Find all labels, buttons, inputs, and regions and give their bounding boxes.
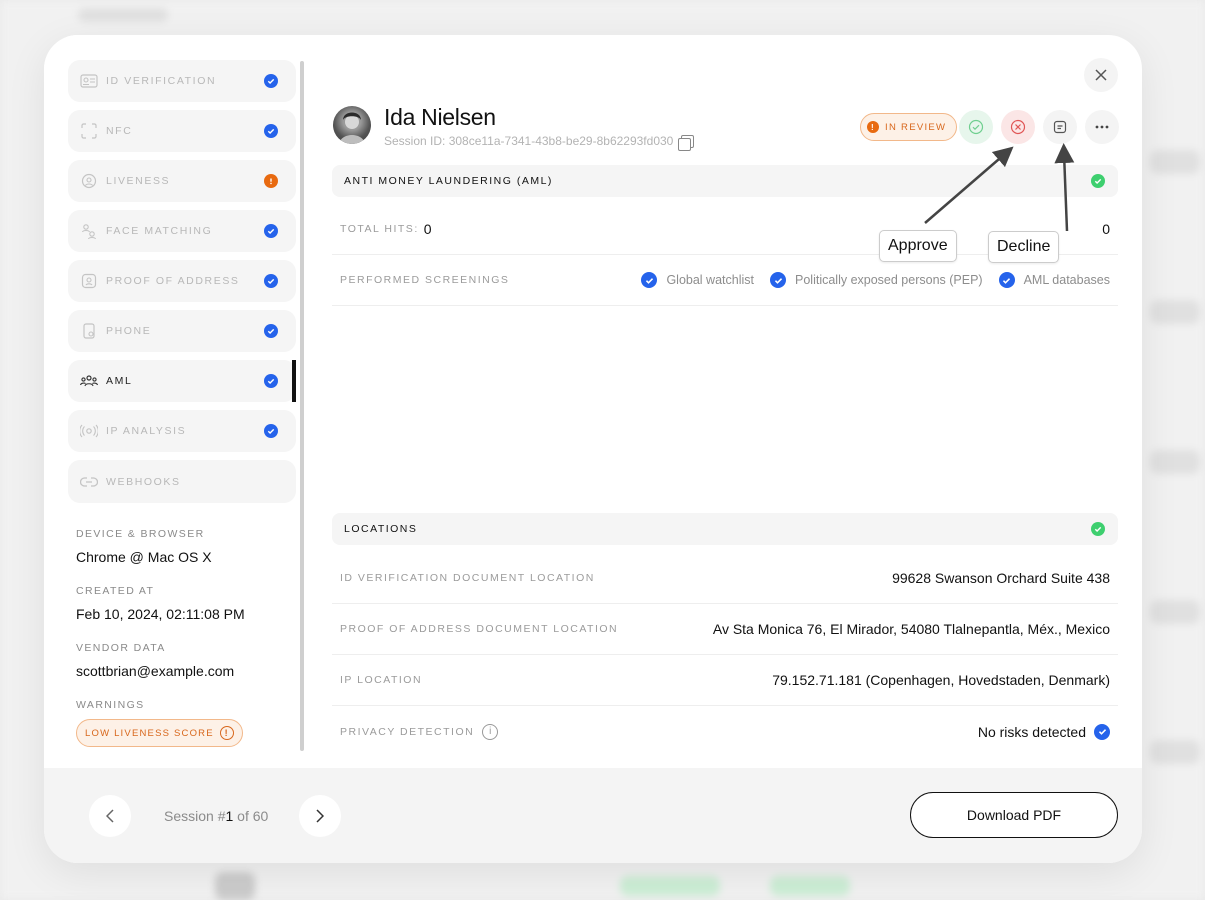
id-card-icon bbox=[80, 72, 98, 90]
main-panel: Ida Nielsen Session ID: 308ce11a-7341-43… bbox=[308, 35, 1142, 768]
warnings: WARNINGS LOW LIVENESS SCORE ! bbox=[76, 699, 243, 747]
download-pdf-button[interactable]: Download PDF bbox=[910, 792, 1118, 838]
sidebar-item-label: AML bbox=[106, 375, 133, 387]
address-icon bbox=[80, 272, 98, 290]
aml-icon bbox=[80, 372, 98, 390]
decline-arrow bbox=[1054, 143, 1075, 232]
check-icon bbox=[264, 374, 278, 388]
sidebar-item-face-matching[interactable]: FACE MATCHING bbox=[68, 210, 296, 252]
session-pagination: Session #1 of 60 bbox=[164, 808, 268, 824]
device-label: DEVICE & BROWSER bbox=[76, 528, 205, 540]
previous-session-button[interactable] bbox=[89, 795, 131, 837]
approve-callout: Approve bbox=[879, 230, 957, 262]
sidebar-item-proof-of-address[interactable]: PROOF OF ADDRESS bbox=[68, 260, 296, 302]
ip-analysis-icon bbox=[80, 422, 98, 440]
sidebar: ID VERIFICATION NFC LIVENESS FACE MATCHING P… bbox=[44, 35, 308, 768]
session-modal: ID VERIFICATION NFC LIVENESS FACE MATCHING P… bbox=[44, 35, 1142, 863]
approve-arrow bbox=[924, 146, 1014, 224]
warning-badge-label: LOW LIVENESS SCORE bbox=[85, 727, 214, 739]
phone-icon bbox=[80, 322, 98, 340]
chevron-right-icon bbox=[316, 809, 324, 823]
sidebar-item-nfc[interactable]: NFC bbox=[68, 110, 296, 152]
sidebar-item-label: FACE MATCHING bbox=[106, 225, 213, 237]
sidebar-item-phone[interactable]: PHONE bbox=[68, 310, 296, 352]
device-value: Chrome @ Mac OS X bbox=[76, 549, 212, 565]
chevron-left-icon bbox=[106, 809, 114, 823]
sidebar-item-label: PHONE bbox=[106, 325, 152, 337]
vendor-value: scottbrian@example.com bbox=[76, 663, 235, 679]
created-at: CREATED AT Feb 10, 2024, 02:11:08 PM bbox=[76, 585, 245, 622]
face-liveness-icon bbox=[80, 172, 98, 190]
vendor-data: VENDOR DATA scottbrian@example.com bbox=[76, 642, 234, 679]
check-icon bbox=[264, 124, 278, 138]
check-icon bbox=[264, 274, 278, 288]
exclamation-icon: ! bbox=[219, 726, 234, 740]
check-icon bbox=[264, 224, 278, 238]
warnings-label: WARNINGS bbox=[76, 699, 145, 711]
check-icon bbox=[264, 74, 278, 88]
footer: Session #1 of 60 Download PDF bbox=[44, 768, 1142, 863]
decline-callout: Decline bbox=[988, 231, 1060, 263]
check-icon bbox=[264, 324, 278, 338]
sidebar-item-label: WEBHOOKS bbox=[106, 475, 181, 488]
created-label: CREATED AT bbox=[76, 585, 155, 597]
sidebar-item-label: LIVENESS bbox=[106, 175, 171, 187]
sidebar-item-aml[interactable]: AML bbox=[68, 360, 296, 402]
link-icon bbox=[80, 473, 98, 491]
sidebar-item-label: NFC bbox=[106, 125, 133, 137]
sidebar-item-liveness[interactable]: LIVENESS bbox=[68, 160, 296, 202]
sidebar-item-ip-analysis[interactable]: IP ANALYSIS bbox=[68, 410, 296, 452]
sidebar-item-webhooks[interactable]: WEBHOOKS bbox=[68, 460, 296, 503]
sidebar-item-label: IP ANALYSIS bbox=[106, 425, 187, 437]
sidebar-item-label: ID VERIFICATION bbox=[106, 75, 217, 87]
vendor-label: VENDOR DATA bbox=[76, 642, 166, 654]
warning-icon bbox=[264, 174, 278, 188]
sidebar-item-id-verification[interactable]: ID VERIFICATION bbox=[68, 60, 296, 102]
pagination-suffix: of 60 bbox=[233, 808, 269, 824]
next-session-button[interactable] bbox=[299, 795, 341, 837]
face-matching-icon bbox=[80, 222, 98, 240]
pagination-prefix: Session # bbox=[164, 808, 226, 824]
callout-arrows bbox=[924, 143, 1075, 232]
low-liveness-badge: LOW LIVENESS SCORE ! bbox=[76, 719, 243, 747]
device-browser: DEVICE & BROWSER Chrome @ Mac OS X bbox=[76, 528, 212, 565]
active-indicator bbox=[292, 360, 296, 402]
nfc-scan-icon bbox=[80, 122, 98, 140]
check-icon bbox=[264, 424, 278, 438]
sidebar-scrollbar[interactable] bbox=[300, 61, 304, 751]
sidebar-item-label: PROOF OF ADDRESS bbox=[106, 275, 240, 287]
created-value: Feb 10, 2024, 02:11:08 PM bbox=[76, 606, 245, 622]
